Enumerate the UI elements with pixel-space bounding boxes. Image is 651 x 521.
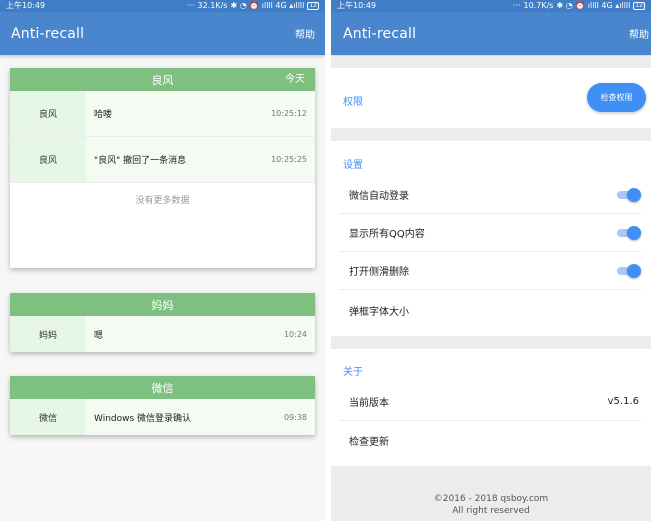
status-dots: ··· — [186, 1, 195, 10]
rights-text: All right reserved — [452, 506, 530, 516]
anti-recall-settings-screen: 上午10:49 ··· 10.7K/s ✱ ◔ ⏰ ıllll 4G ▴ılll… — [331, 0, 651, 521]
message-time: 09:38 — [283, 412, 307, 422]
setting-show-all-qq[interactable]: 显示所有QQ内容 — [339, 214, 641, 252]
card-contact-name: 良风 — [151, 73, 174, 87]
version-label: 当前版本 — [349, 398, 389, 409]
message-row[interactable]: 良风 "良风" 撤回了一条消息 10:25:25 — [10, 137, 315, 183]
status-time: 上午10:49 — [6, 1, 46, 10]
footer: ©2016 - 2018 qsboy.com All right reserve… — [331, 466, 651, 521]
card-header[interactable]: 微信 — [10, 376, 315, 399]
message-row[interactable]: 妈妈 嗯 10:24 — [10, 316, 315, 352]
card-date-tag: 今天 — [285, 74, 305, 85]
message-sender: 良风 — [10, 91, 86, 136]
toggle-switch[interactable] — [617, 263, 641, 278]
message-text: Windows 微信登录确认 — [94, 413, 192, 424]
setting-label: 微信自动登录 — [349, 191, 409, 202]
conversation-card-weixin[interactable]: 微信 微信 Windows 微信登录确认 09:38 — [10, 376, 315, 435]
no-more-data-text: 没有更多数据 — [135, 196, 190, 206]
status-icons: ✱ ◔ ⏰ ıllll 4G ▴ıllll — [230, 1, 305, 10]
setting-wechat-auto-login[interactable]: 微信自动登录 — [339, 176, 641, 214]
status-speed: 32.1K/s — [197, 1, 228, 10]
settings-section-header: 设置 — [343, 160, 363, 171]
message-text: "良风" 撤回了一条消息 — [94, 156, 187, 166]
app-title: Anti-recall — [11, 25, 85, 42]
version-value: v5.1.6 — [607, 396, 639, 407]
help-button[interactable]: 帮助 — [295, 26, 315, 41]
setting-label: 弹框字体大小 — [349, 306, 409, 318]
conversation-card-mama[interactable]: 妈妈 妈妈 嗯 10:24 — [10, 293, 315, 352]
battery-icon: 12 — [307, 2, 319, 10]
setting-swipe-delete[interactable]: 打开侧滑删除 — [339, 252, 641, 290]
setting-label: 打开侧滑删除 — [349, 267, 409, 278]
setting-label: 显示所有QQ内容 — [349, 229, 425, 240]
card-contact-name: 妈妈 — [151, 298, 174, 312]
conversation-card-liangfeng[interactable]: 良风 今天 良风 哈喽 10:25:12 良风 "良风" 撤回了一条消息 10:… — [10, 68, 315, 268]
status-time: 上午10:49 — [337, 1, 377, 10]
section-divider — [331, 128, 651, 141]
message-row[interactable]: 微信 Windows 微信登录确认 09:38 — [10, 399, 315, 435]
message-row[interactable]: 良风 哈喽 10:25:12 — [10, 91, 315, 137]
status-bar: 上午10:49 ··· 32.1K/s ✱ ◔ ⏰ ıllll 4G ▴ılll… — [0, 0, 325, 12]
check-update-row[interactable]: 检查更新 — [339, 421, 641, 459]
status-speed: 10.7K/s — [523, 1, 554, 10]
section-divider — [331, 336, 651, 349]
help-button[interactable]: 帮助 — [629, 26, 649, 41]
message-time: 10:25:12 — [271, 109, 307, 118]
message-sender: 微信 — [10, 399, 86, 435]
message-sender: 良风 — [10, 137, 86, 182]
section-divider — [331, 56, 651, 68]
current-version-row: 当前版本 v5.1.6 — [339, 383, 641, 421]
toggle-switch[interactable] — [617, 187, 641, 202]
message-time: 10:25:25 — [271, 155, 307, 164]
permission-section-label: 权限 — [343, 97, 363, 108]
check-permission-button[interactable]: 检查权限 — [587, 83, 646, 112]
message-text: 哈喽 — [94, 110, 113, 120]
message-text: 嗯 — [94, 330, 104, 341]
app-title: Anti-recall — [343, 25, 417, 42]
app-bar: Anti-recall 帮助 — [0, 12, 325, 55]
app-bar: Anti-recall 帮助 — [331, 12, 651, 55]
toggle-switch[interactable] — [617, 225, 641, 240]
message-sender: 妈妈 — [10, 316, 86, 352]
message-time: 10:24 — [283, 329, 307, 339]
battery-icon: 12 — [633, 2, 645, 10]
card-header[interactable]: 良风 今天 — [10, 68, 315, 91]
card-header[interactable]: 妈妈 — [10, 293, 315, 316]
card-contact-name: 微信 — [151, 381, 174, 395]
setting-dialog-font-size[interactable]: 弹框字体大小 — [339, 291, 641, 329]
status-icons: ✱ ◔ ⏰ ıllll 4G ▴ıllll — [556, 1, 631, 10]
status-dots: ··· — [512, 1, 521, 10]
about-section-header: 关于 — [343, 367, 363, 378]
check-update-label: 检查更新 — [349, 436, 389, 448]
anti-recall-messages-screen: 上午10:49 ··· 32.1K/s ✱ ◔ ⏰ ıllll 4G ▴ılll… — [0, 0, 325, 521]
status-bar: 上午10:49 ··· 10.7K/s ✱ ◔ ⏰ ıllll 4G ▴ılll… — [331, 0, 651, 12]
copyright-text: ©2016 - 2018 qsboy.com — [433, 494, 549, 504]
